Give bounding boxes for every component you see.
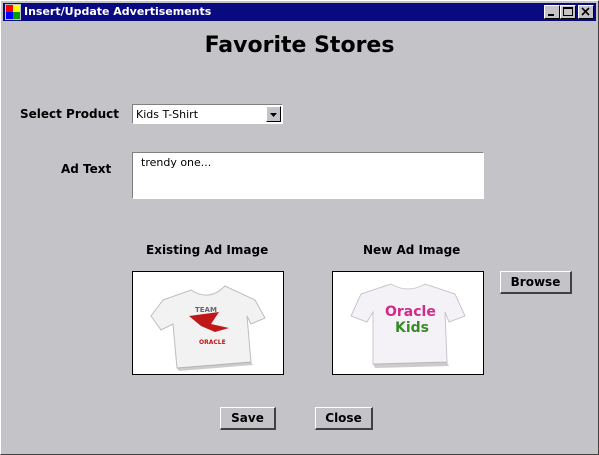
shirt-kids-text: Kids bbox=[395, 320, 429, 336]
existing-ad-image: TEAM ORACLE bbox=[132, 271, 284, 375]
shirt-team-text: TEAM bbox=[195, 306, 217, 314]
close-icon bbox=[581, 7, 590, 16]
close-window-button[interactable] bbox=[578, 5, 594, 19]
save-button[interactable]: Save bbox=[220, 407, 276, 430]
product-select-value: Kids T-Shirt bbox=[136, 108, 199, 121]
ad-text-label: Ad Text bbox=[61, 162, 112, 176]
maximize-icon bbox=[563, 7, 573, 16]
app-icon bbox=[5, 4, 21, 20]
window-title: Insert/Update Advertisements bbox=[24, 5, 212, 18]
new-ad-image: Oracle Kids bbox=[332, 271, 484, 375]
close-button[interactable]: Close bbox=[315, 407, 373, 430]
window: Insert/Update Advertisements Favorite St… bbox=[0, 0, 599, 455]
minimize-icon bbox=[548, 14, 554, 16]
existing-image-label: Existing Ad Image bbox=[146, 243, 269, 257]
new-image-label: New Ad Image bbox=[363, 243, 461, 257]
page-title: Favorite Stores bbox=[204, 33, 395, 58]
shirt-oracle-text-2: Oracle bbox=[385, 304, 436, 320]
shirt-oracle-text: ORACLE bbox=[199, 339, 226, 346]
select-product-label: Select Product bbox=[20, 107, 119, 121]
chevron-down-icon bbox=[270, 113, 277, 117]
product-dropdown-button[interactable] bbox=[266, 106, 281, 122]
product-select[interactable]: Kids T-Shirt bbox=[132, 104, 283, 124]
tshirt-oracle-kids-image: Oracle Kids bbox=[350, 283, 466, 368]
ad-text-field[interactable]: trendy one... bbox=[132, 152, 484, 199]
title-bar[interactable]: Insert/Update Advertisements bbox=[3, 3, 596, 21]
browse-button[interactable]: Browse bbox=[500, 271, 572, 294]
minimize-button[interactable] bbox=[544, 5, 560, 19]
maximize-button[interactable] bbox=[560, 5, 576, 19]
tshirt-team-oracle-image: TEAM ORACLE bbox=[150, 285, 266, 371]
